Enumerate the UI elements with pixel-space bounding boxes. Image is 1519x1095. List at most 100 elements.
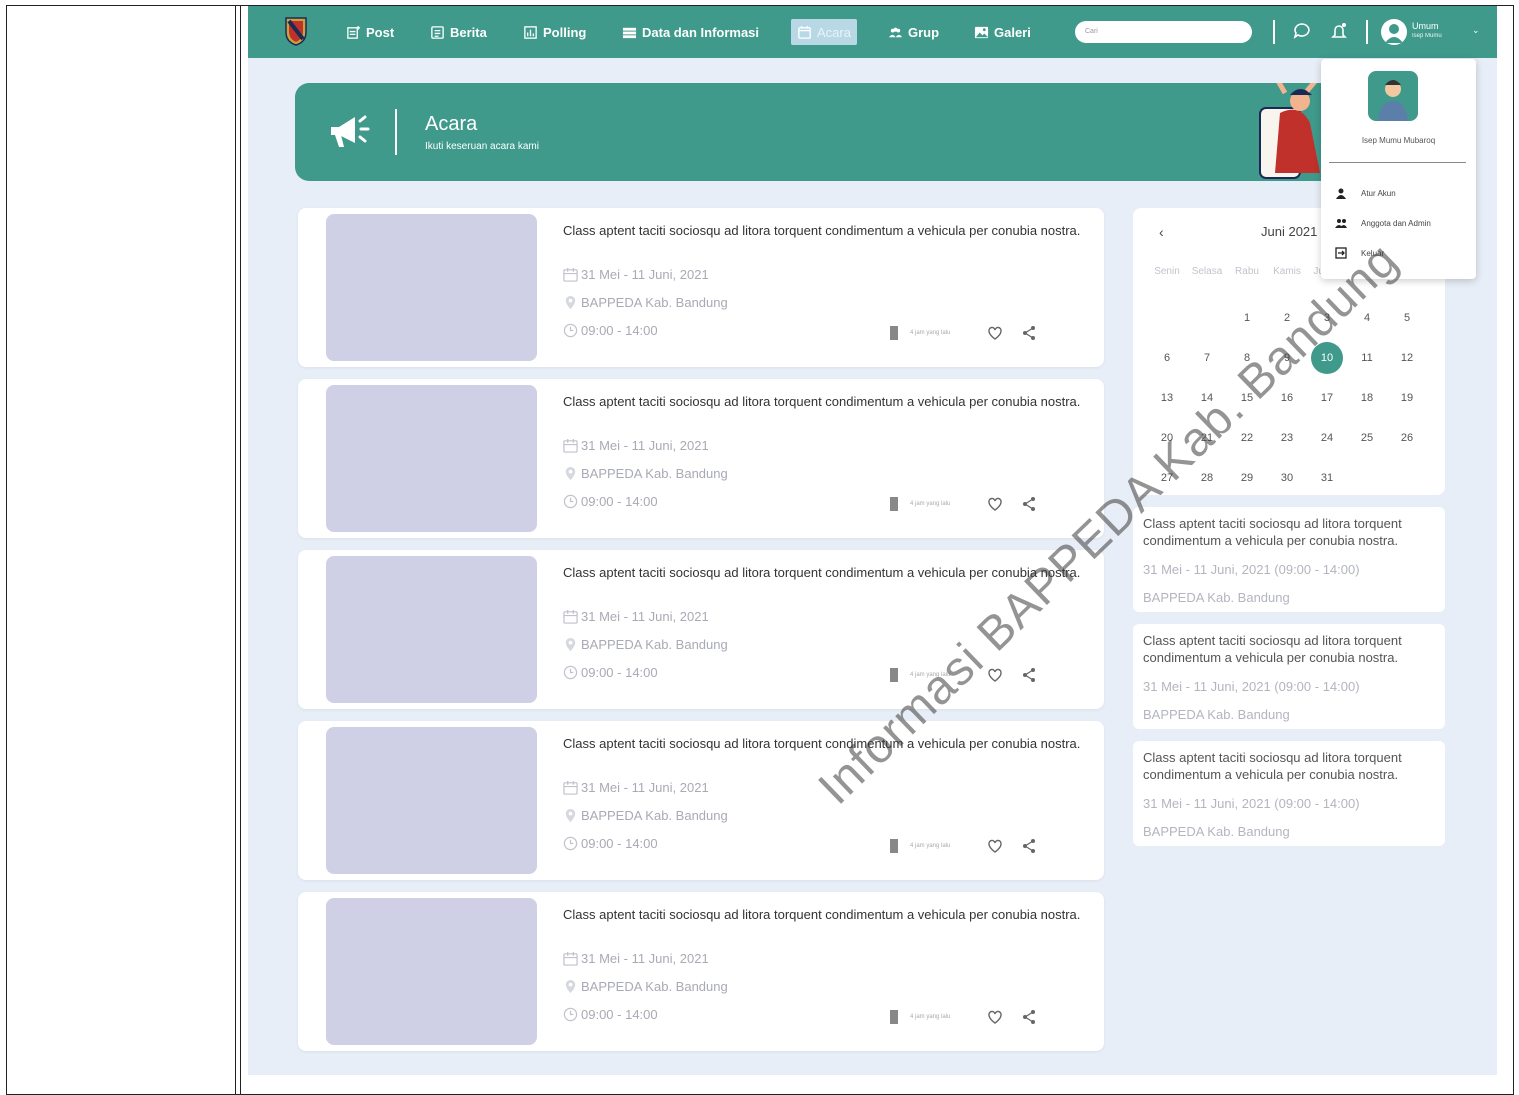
upcoming-event-location: BAPPEDA Kab. Bandung — [1143, 707, 1290, 722]
location-pin-icon — [565, 295, 576, 310]
chevron-down-icon[interactable]: ⌄ — [1472, 25, 1480, 36]
calendar-day[interactable]: 19 — [1391, 382, 1423, 414]
menu-item-label: Anggota dan Admin — [1361, 218, 1431, 228]
bookmark-icon[interactable] — [890, 839, 898, 853]
share-icon[interactable] — [1020, 1008, 1038, 1026]
heart-icon[interactable] — [986, 495, 1004, 513]
post-icon — [347, 25, 361, 39]
heart-icon[interactable] — [986, 1008, 1004, 1026]
calendar-day[interactable]: 16 — [1271, 382, 1303, 414]
nav-data-informasi[interactable]: Data dan Informasi — [622, 23, 759, 41]
calendar-day[interactable]: 1 — [1231, 302, 1263, 334]
calendar-day[interactable]: 28 — [1191, 462, 1223, 494]
bookmark-icon[interactable] — [890, 668, 898, 682]
calendar-day[interactable]: 12 — [1391, 342, 1423, 374]
bookmark-icon[interactable] — [890, 497, 898, 511]
event-thumbnail[interactable] — [326, 385, 537, 532]
search-input[interactable]: Cari — [1075, 21, 1252, 43]
app-window: Post Berita Polling Data dan Informasi A… — [248, 6, 1497, 1075]
calendar-day[interactable]: 18 — [1351, 382, 1383, 414]
calendar-day[interactable]: 15 — [1231, 382, 1263, 414]
nav-galeri[interactable]: Galeri — [974, 23, 1031, 41]
calendar-day[interactable]: 10 — [1311, 342, 1343, 374]
heart-icon[interactable] — [986, 666, 1004, 684]
event-title[interactable]: Class aptent taciti sociosqu ad litora t… — [563, 222, 1088, 239]
upcoming-event-title: Class aptent taciti sociosqu ad litora t… — [1143, 750, 1402, 782]
calendar-day[interactable]: 30 — [1271, 462, 1303, 494]
bookmark-icon[interactable] — [890, 326, 898, 340]
event-card[interactable]: Class aptent taciti sociosqu ad litora t… — [298, 208, 1104, 367]
calendar-day[interactable]: 3 — [1311, 302, 1343, 334]
chevron-left-icon[interactable]: ‹ — [1159, 224, 1164, 240]
menu-item-label: Atur Akun — [1361, 188, 1396, 198]
heart-icon[interactable] — [986, 837, 1004, 855]
event-thumbnail[interactable] — [326, 898, 537, 1045]
calendar-day[interactable]: 14 — [1191, 382, 1223, 414]
calendar-day[interactable]: 23 — [1271, 422, 1303, 454]
calendar-day[interactable]: 8 — [1231, 342, 1263, 374]
event-thumbnail[interactable] — [326, 556, 537, 703]
upcoming-event[interactable]: Class aptent taciti sociosqu ad litora t… — [1133, 624, 1445, 729]
nav-grup[interactable]: Grup — [888, 23, 939, 41]
calendar-day[interactable]: 17 — [1311, 382, 1343, 414]
heart-icon[interactable] — [986, 324, 1004, 342]
event-card[interactable]: Class aptent taciti sociosqu ad litora t… — [298, 892, 1104, 1051]
calendar-day[interactable]: 4 — [1351, 302, 1383, 334]
avatar[interactable] — [1381, 19, 1407, 45]
share-icon[interactable] — [1020, 324, 1038, 342]
nav-polling[interactable]: Polling — [523, 23, 586, 41]
event-title[interactable]: Class aptent taciti sociosqu ad litora t… — [563, 564, 1088, 581]
event-title[interactable]: Class aptent taciti sociosqu ad litora t… — [563, 735, 1088, 752]
chat-icon[interactable] — [1292, 21, 1312, 41]
calendar-day[interactable]: 11 — [1351, 342, 1383, 374]
event-card[interactable]: Class aptent taciti sociosqu ad litora t… — [298, 379, 1104, 538]
calendar-day[interactable]: 7 — [1191, 342, 1223, 374]
event-time-text: 09:00 - 14:00 — [581, 836, 658, 851]
upcoming-event[interactable]: Class aptent taciti sociosqu ad litora t… — [1133, 507, 1445, 612]
calendar-day[interactable]: 27 — [1151, 462, 1183, 494]
event-card[interactable]: Class aptent taciti sociosqu ad litora t… — [298, 550, 1104, 709]
location-pin-icon — [565, 808, 576, 823]
nav-divider — [1273, 20, 1275, 44]
calendar-day[interactable]: 13 — [1151, 382, 1183, 414]
share-icon[interactable] — [1020, 666, 1038, 684]
menu-item-keluar[interactable]: Keluar — [1335, 247, 1384, 259]
event-title[interactable]: Class aptent taciti sociosqu ad litora t… — [563, 906, 1088, 923]
event-thumbnail[interactable] — [326, 214, 537, 361]
upcoming-event-title: Class aptent taciti sociosqu ad litora t… — [1143, 633, 1402, 665]
event-card[interactable]: Class aptent taciti sociosqu ad litora t… — [298, 721, 1104, 880]
calendar-day[interactable]: 2 — [1271, 302, 1303, 334]
calendar-day[interactable]: 21 — [1191, 422, 1223, 454]
notification-bell-icon[interactable] — [1329, 21, 1349, 41]
calendar-day[interactable]: 25 — [1351, 422, 1383, 454]
event-time-text: 09:00 - 14:00 — [581, 665, 658, 680]
event-actions: 4 jam yang lalu — [890, 1008, 1038, 1026]
logo-icon[interactable] — [284, 16, 308, 46]
calendar-day[interactable]: 20 — [1151, 422, 1183, 454]
calendar-day[interactable]: 6 — [1151, 342, 1183, 374]
nav-berita-label: Berita — [450, 24, 487, 40]
calendar-day[interactable]: 22 — [1231, 422, 1263, 454]
share-icon[interactable] — [1020, 495, 1038, 513]
user-role[interactable]: Umum Isep Mumu — [1412, 21, 1442, 41]
calendar-day[interactable]: 5 — [1391, 302, 1423, 334]
calendar-day[interactable]: 29 — [1231, 462, 1263, 494]
nav-acara[interactable]: Acara — [791, 19, 857, 45]
nav-berita[interactable]: Berita — [430, 23, 487, 41]
event-location-text: BAPPEDA Kab. Bandung — [581, 637, 728, 652]
nav-post[interactable]: Post — [346, 23, 394, 41]
calendar-day[interactable]: 24 — [1311, 422, 1343, 454]
event-title[interactable]: Class aptent taciti sociosqu ad litora t… — [563, 393, 1088, 410]
event-thumbnail[interactable] — [326, 727, 537, 874]
menu-item-anggota-admin[interactable]: Anggota dan Admin — [1335, 217, 1431, 229]
event-location-text: BAPPEDA Kab. Bandung — [581, 979, 728, 994]
share-icon[interactable] — [1020, 837, 1038, 855]
clock-icon — [563, 665, 578, 680]
menu-item-atur-akun[interactable]: Atur Akun — [1335, 187, 1396, 199]
upcoming-event[interactable]: Class aptent taciti sociosqu ad litora t… — [1133, 741, 1445, 846]
calendar-day[interactable]: 9 — [1271, 342, 1303, 374]
calendar-day[interactable]: 26 — [1391, 422, 1423, 454]
calendar-weekday: Selasa — [1191, 266, 1223, 277]
calendar-day[interactable]: 31 — [1311, 462, 1343, 494]
bookmark-icon[interactable] — [890, 1010, 898, 1024]
